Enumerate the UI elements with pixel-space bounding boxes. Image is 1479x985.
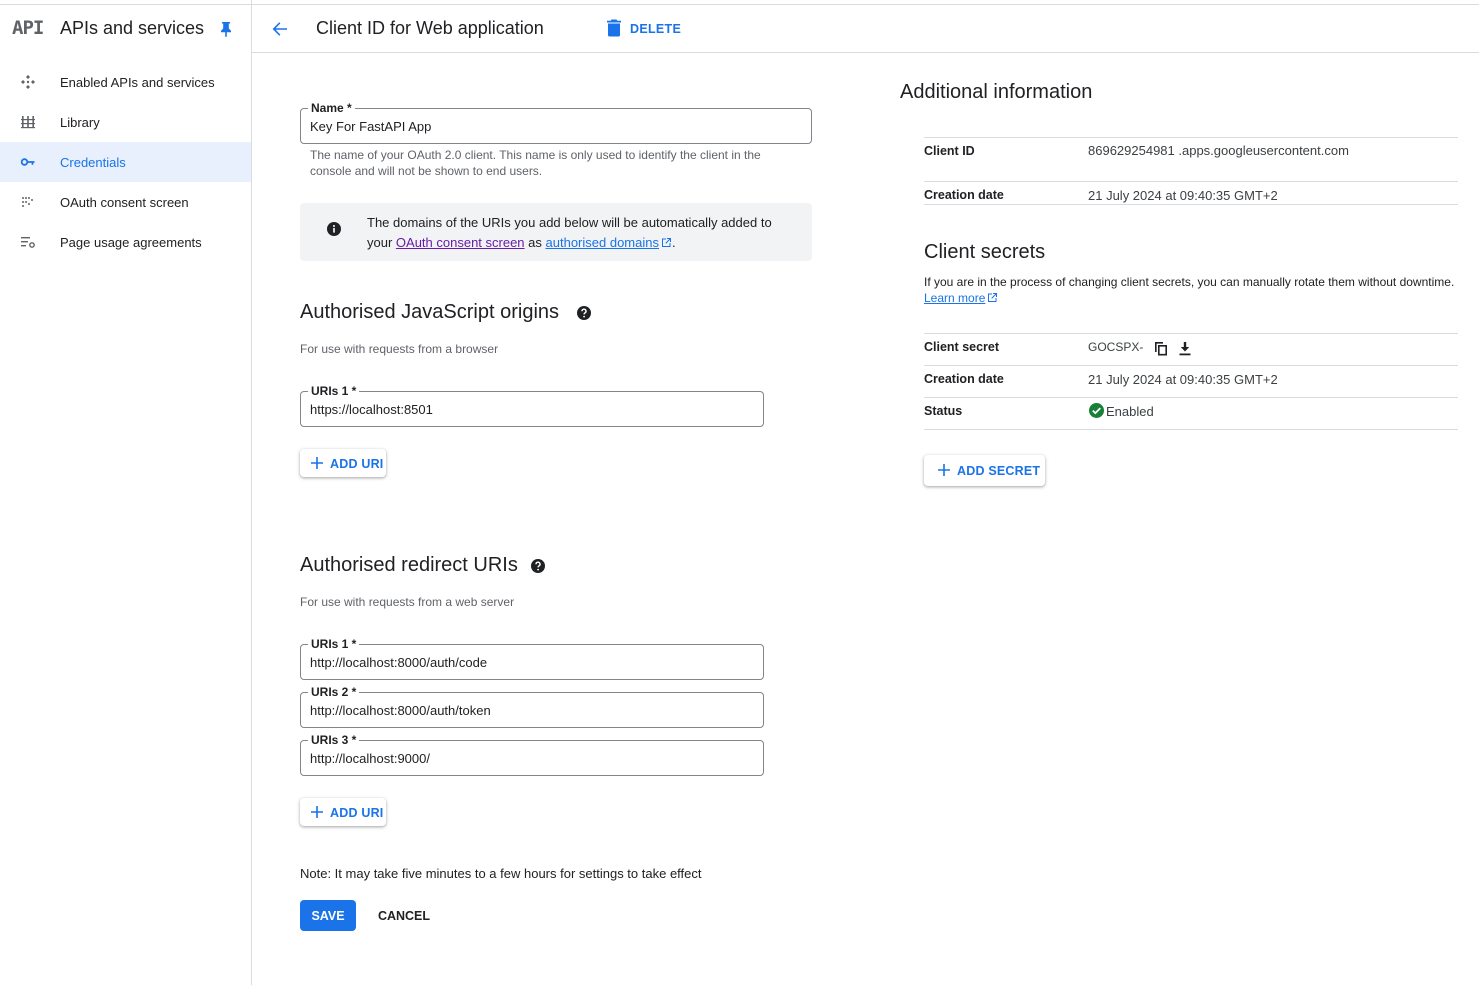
creation-date-value: 21 July 2024 at 09:40:35 GMT+2	[1088, 188, 1278, 203]
status-value: Enabled	[1106, 404, 1154, 419]
plus-icon	[311, 806, 323, 818]
client-id-key: Client ID	[924, 144, 975, 158]
help-icon[interactable]	[531, 559, 545, 573]
sidebar-item-label: Library	[60, 115, 100, 130]
info-text-mid: as	[524, 235, 546, 250]
sidebar: API APIs and services Enabled APIs and s…	[0, 0, 252, 985]
sidebar-item-oauth-consent[interactable]: OAuth consent screen	[0, 182, 251, 222]
js-origin-uri-1-field[interactable]: URIs 1 * https://localhost:8501	[300, 383, 764, 427]
secret-creation-date-value: 21 July 2024 at 09:40:35 GMT+2	[1088, 372, 1278, 387]
sidebar-item-label: Credentials	[60, 155, 126, 170]
client-secrets-title: Client secrets	[924, 241, 1046, 263]
learn-more-link[interactable]: Learn more	[924, 291, 985, 305]
save-button[interactable]: SAVE	[300, 900, 356, 931]
redirect-uri-3-field[interactable]: URIs 3 * http://localhost:9000/	[300, 732, 764, 776]
add-secret-button[interactable]: ADD SECRET	[924, 455, 1045, 486]
uri-field-value[interactable]: https://localhost:8501	[310, 402, 433, 417]
divider	[924, 181, 1458, 182]
name-field-label: Name *	[308, 100, 355, 116]
library-icon	[21, 116, 35, 129]
additional-info-title: Additional information	[900, 81, 1093, 103]
uri-field-label: URIs 1 *	[308, 636, 360, 652]
copy-icon[interactable]	[1154, 341, 1168, 356]
name-field[interactable]: Name * Key For FastAPI App	[300, 100, 812, 144]
consent-screen-icon	[22, 197, 33, 207]
uri-field-label: URIs 1 *	[308, 383, 360, 399]
redirect-uris-subtitle: For use with requests from a web server	[300, 595, 515, 609]
enabled-apis-icon	[21, 75, 35, 89]
client-secret-value: GOCSPX-	[1088, 340, 1144, 354]
info-icon	[327, 222, 341, 236]
name-field-value[interactable]: Key For FastAPI App	[310, 119, 431, 134]
external-link-icon	[988, 293, 998, 302]
status-key: Status	[924, 404, 963, 418]
plus-icon	[938, 464, 950, 476]
client-id-value: 869629254981 .apps.googleusercontent.com	[1088, 143, 1349, 158]
client-secrets-description-text: If you are in the process of changing cl…	[924, 275, 1455, 289]
help-icon[interactable]	[577, 306, 591, 320]
info-banner-text: The domains of the URIs you add below wi…	[367, 213, 787, 253]
divider	[924, 333, 1458, 334]
sidebar-title: APIs and services	[60, 18, 205, 38]
name-helper-text: The name of your OAuth 2.0 client. This …	[310, 148, 761, 178]
divider	[924, 365, 1458, 366]
check-circle-icon	[1089, 403, 1104, 418]
client-secret-key: Client secret	[924, 340, 1000, 354]
info-text-after: .	[671, 235, 676, 250]
delete-label: DELETE	[630, 22, 682, 36]
creation-date-key: Creation date	[924, 188, 1004, 202]
add-secret-label: ADD SECRET	[957, 464, 1041, 478]
redirect-uri-2-field[interactable]: URIs 2 * http://localhost:8000/auth/toke…	[300, 684, 764, 728]
api-logo: API	[12, 17, 44, 39]
sidebar-item-enabled-apis[interactable]: Enabled APIs and services	[0, 62, 251, 102]
client-secrets-description: If you are in the process of changing cl…	[924, 274, 1464, 306]
uri-field-value[interactable]: http://localhost:8000/auth/token	[310, 703, 491, 718]
uri-field-value[interactable]: http://localhost:9000/	[310, 751, 430, 766]
js-origins-title: Authorised JavaScript origins	[300, 301, 560, 323]
page-usage-icon	[21, 237, 35, 248]
authorised-domains-link[interactable]: authorised domains	[546, 235, 659, 250]
sidebar-item-label: OAuth consent screen	[60, 195, 189, 210]
oauth-consent-link[interactable]: OAuth consent screen	[396, 235, 525, 250]
add-js-origin-uri-button[interactable]: ADD URI	[300, 449, 386, 477]
redirect-uris-title: Authorised redirect URIs	[300, 554, 518, 576]
save-label: SAVE	[311, 909, 345, 923]
add-uri-label: ADD URI	[330, 806, 384, 820]
add-redirect-uri-button[interactable]: ADD URI	[300, 798, 386, 826]
sidebar-item-label: Page usage agreements	[60, 235, 202, 250]
sidebar-item-label: Enabled APIs and services	[60, 75, 215, 90]
plus-icon	[311, 457, 323, 469]
uri-field-value[interactable]: http://localhost:8000/auth/code	[310, 655, 487, 670]
page-title: Client ID for Web application	[316, 18, 544, 38]
secret-creation-date-key: Creation date	[924, 372, 1004, 386]
page-header: Client ID for Web application DELETE	[252, 5, 1479, 53]
divider	[924, 429, 1458, 430]
uri-field-label: URIs 3 *	[308, 732, 360, 748]
settings-note: Note: It may take five minutes to a few …	[300, 866, 702, 881]
sidebar-item-library[interactable]: Library	[0, 102, 251, 142]
uri-field-label: URIs 2 *	[308, 684, 360, 700]
back-arrow-icon[interactable]	[270, 19, 290, 39]
sidebar-item-page-usage[interactable]: Page usage agreements	[0, 222, 251, 262]
cancel-button[interactable]: CANCEL	[370, 900, 438, 931]
info-banner: The domains of the URIs you add below wi…	[300, 203, 812, 261]
add-uri-label: ADD URI	[330, 457, 384, 471]
divider	[924, 204, 1458, 205]
redirect-uri-1-field[interactable]: URIs 1 * http://localhost:8000/auth/code	[300, 636, 764, 680]
pin-icon[interactable]	[219, 21, 233, 37]
trash-icon	[607, 19, 621, 37]
js-origins-subtitle: For use with requests from a browser	[300, 342, 499, 356]
sidebar-item-credentials[interactable]: Credentials	[0, 142, 251, 182]
divider	[924, 397, 1458, 398]
divider	[924, 137, 1458, 138]
download-icon[interactable]	[1178, 341, 1192, 356]
external-link-icon	[661, 238, 671, 247]
cancel-label: CANCEL	[377, 909, 431, 923]
sidebar-header: API APIs and services	[0, 5, 251, 53]
key-icon	[20, 158, 35, 166]
